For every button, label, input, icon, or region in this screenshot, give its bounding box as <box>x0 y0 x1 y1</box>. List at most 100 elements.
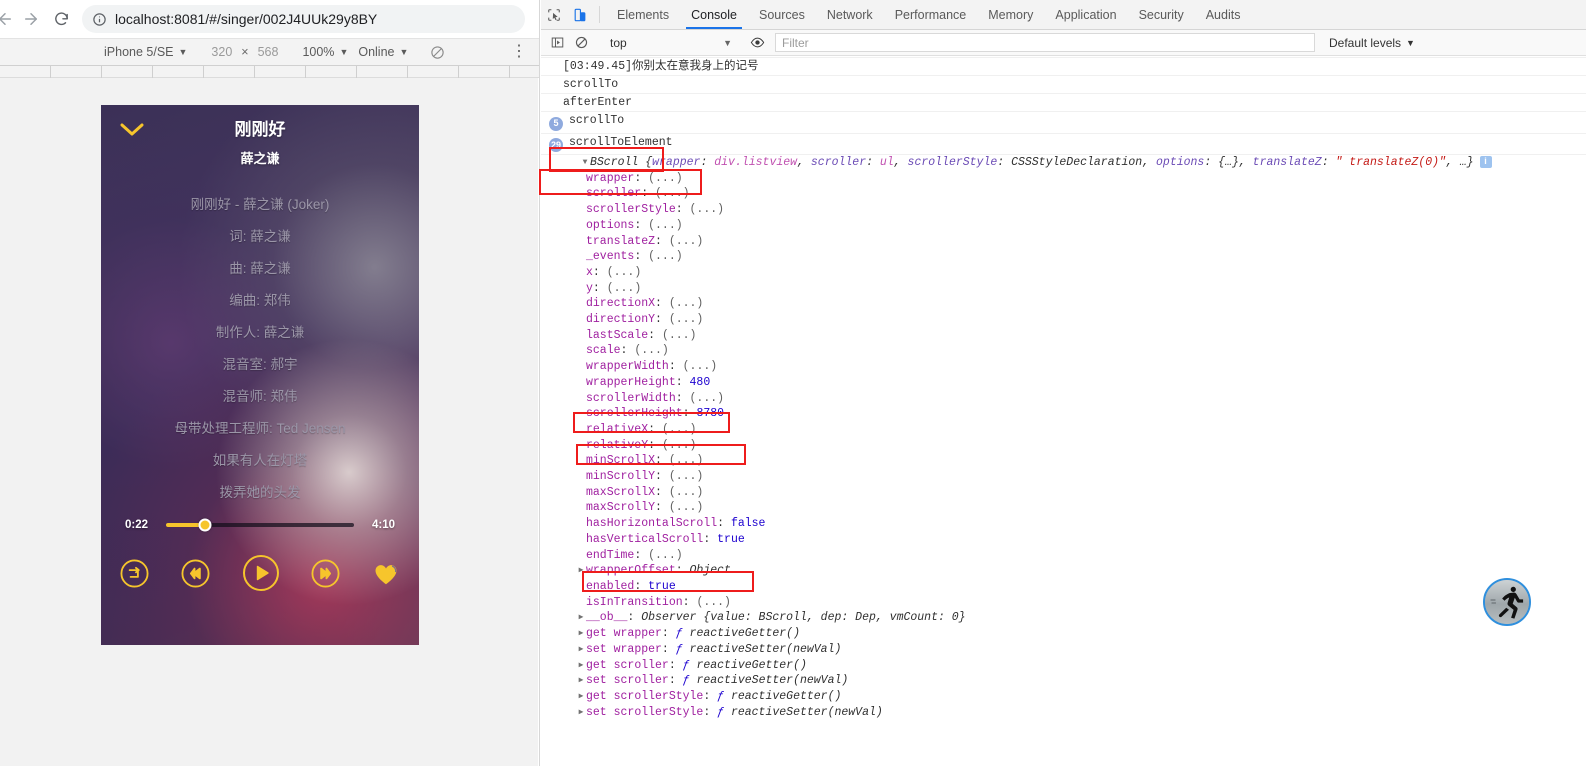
inspect-element-icon[interactable] <box>541 0 567 29</box>
property-value[interactable]: (...) <box>662 423 697 436</box>
object-property-row[interactable]: relativeX: (...) <box>563 422 1586 438</box>
tab-network[interactable]: Network <box>816 0 884 29</box>
execution-context-select[interactable]: top ▼ <box>606 33 736 52</box>
object-property-row[interactable]: options: (...) <box>563 218 1586 234</box>
preview-value[interactable]: {…} <box>1218 156 1239 169</box>
object-property-row[interactable]: minScrollX: (...) <box>563 453 1586 469</box>
loop-sequence-icon[interactable] <box>119 558 150 589</box>
property-value[interactable]: (...) <box>683 360 718 373</box>
property-value[interactable]: (...) <box>648 549 683 562</box>
console-filter-input[interactable]: Filter <box>775 33 1315 52</box>
object-property-row[interactable]: directionX: (...) <box>563 296 1586 312</box>
expand-arrow-icon[interactable]: ▶ <box>576 610 586 626</box>
live-expression-icon[interactable] <box>745 31 769 55</box>
object-property-row[interactable]: ▶ wrapperOffset: Object <box>563 563 1586 579</box>
property-value[interactable]: (...) <box>648 250 683 263</box>
reload-icon[interactable] <box>46 4 76 34</box>
heart-icon[interactable] <box>371 558 401 588</box>
object-property-row[interactable]: isInTransition: (...) <box>563 595 1586 611</box>
expand-arrow-icon[interactable]: ▶ <box>576 642 586 658</box>
progress-slider[interactable] <box>166 518 354 532</box>
object-accessor-row[interactable]: ▶ get wrapper: ƒ reactiveGetter() <box>563 626 1586 642</box>
console-message[interactable]: [03:49.45]你别太在意我身上的记号 <box>541 57 1586 76</box>
viewport-height-input[interactable]: 568 <box>258 45 279 59</box>
object-property-row[interactable]: directionY: (...) <box>563 312 1586 328</box>
log-levels-select[interactable]: Default levels ▼ <box>1329 36 1415 50</box>
object-property-row[interactable]: scrollerHeight: 8780 <box>563 406 1586 422</box>
object-property-row[interactable]: scrollerWidth: (...) <box>563 391 1586 407</box>
object-property-row[interactable]: y: (...) <box>563 281 1586 297</box>
property-value[interactable]: (...) <box>669 470 704 483</box>
expand-arrow-icon[interactable]: ▶ <box>576 626 586 642</box>
runner-avatar-icon[interactable] <box>1483 578 1531 626</box>
rotate-icon[interactable] <box>430 45 445 60</box>
tab-sources[interactable]: Sources <box>748 0 816 29</box>
object-accessor-row[interactable]: ▶ get scrollerStyle: ƒ reactiveGetter() <box>563 689 1586 705</box>
property-value[interactable]: (...) <box>655 187 690 200</box>
tab-console[interactable]: Console <box>680 0 748 29</box>
more-vertical-icon[interactable]: ⋮ <box>511 44 527 60</box>
object-property-row[interactable]: wrapperHeight: 480 <box>563 375 1586 391</box>
object-property-row[interactable]: endTime: (...) <box>563 548 1586 564</box>
tab-elements[interactable]: Elements <box>606 0 680 29</box>
zoom-select[interactable]: 100% ▼ <box>302 45 348 59</box>
property-value[interactable]: (...) <box>662 439 697 452</box>
forward-arrow-icon[interactable] <box>16 4 46 34</box>
object-property-row[interactable]: maxScrollX: (...) <box>563 485 1586 501</box>
property-value[interactable]: (...) <box>669 313 704 326</box>
tab-performance[interactable]: Performance <box>884 0 978 29</box>
console-message[interactable]: 29 scrollToElement <box>541 134 1586 155</box>
expand-arrow-icon[interactable]: ▶ <box>576 658 586 674</box>
object-property-row[interactable]: hasHorizontalScroll: false <box>563 516 1586 532</box>
property-value[interactable]: (...) <box>669 501 704 514</box>
object-property-row[interactable]: scale: (...) <box>563 343 1586 359</box>
object-property-row[interactable]: lastScale: (...) <box>563 328 1586 344</box>
device-select[interactable]: iPhone 5/SE ▼ <box>104 45 187 59</box>
object-property-row[interactable]: _events: (...) <box>563 249 1586 265</box>
object-property-row[interactable]: enabled: true <box>563 579 1586 595</box>
object-property-row[interactable]: translateZ: (...) <box>563 234 1586 250</box>
object-property-row[interactable]: relativeY: (...) <box>563 438 1586 454</box>
property-value[interactable]: (...) <box>669 486 704 499</box>
preview-value[interactable]: ul <box>880 156 894 169</box>
tab-memory[interactable]: Memory <box>977 0 1044 29</box>
address-bar[interactable]: localhost:8081/#/singer/002J4UUk29y8BY <box>82 5 525 33</box>
property-value[interactable]: (...) <box>669 297 704 310</box>
object-property-row[interactable]: wrapper: (...) <box>563 171 1586 187</box>
fast-forward-icon[interactable] <box>310 558 341 589</box>
property-value[interactable]: (...) <box>607 266 642 279</box>
property-value[interactable]: (...) <box>662 329 697 342</box>
object-property-row[interactable]: hasVerticalScroll: true <box>563 532 1586 548</box>
expand-arrow-icon[interactable]: ▶ <box>576 689 586 705</box>
tab-audits[interactable]: Audits <box>1195 0 1252 29</box>
object-accessor-row[interactable]: ▶ get scroller: ƒ reactiveGetter() <box>563 658 1586 674</box>
object-accessor-row[interactable]: ▶ set scroller: ƒ reactiveSetter(newVal) <box>563 673 1586 689</box>
property-value[interactable]: (...) <box>634 344 669 357</box>
property-value[interactable]: (...) <box>669 454 704 467</box>
play-icon[interactable] <box>241 553 281 593</box>
property-value[interactable]: (...) <box>648 219 683 232</box>
object-property-row[interactable]: x: (...) <box>563 265 1586 281</box>
lyrics-list[interactable]: 刚刚好 - 薛之谦 (Joker) 词: 薛之谦 曲: 薛之谦 编曲: 郑伟 制… <box>109 189 411 529</box>
console-message[interactable]: scrollTo <box>541 76 1586 94</box>
chevron-down-icon[interactable] <box>118 118 146 140</box>
object-property-row[interactable]: maxScrollY: (...) <box>563 500 1586 516</box>
console-message[interactable]: afterEnter <box>541 94 1586 112</box>
property-value[interactable]: (...) <box>669 235 704 248</box>
console-message[interactable]: 5 scrollTo <box>541 112 1586 134</box>
object-property-row[interactable]: wrapperWidth: (...) <box>563 359 1586 375</box>
object-accessor-row[interactable]: ▶ set scrollerStyle: ƒ reactiveSetter(new… <box>563 705 1586 721</box>
rewind-icon[interactable] <box>180 558 211 589</box>
console-object-group[interactable]: ▼ BScroll {wrapper: div.listview, scrolle… <box>541 155 1586 720</box>
tab-security[interactable]: Security <box>1128 0 1195 29</box>
clear-console-icon[interactable] <box>569 31 593 55</box>
object-property-row[interactable]: ▶ __ob__: Observer {value: BScroll, dep: … <box>563 610 1586 626</box>
object-header-row[interactable]: ▼ BScroll {wrapper: div.listview, scrolle… <box>563 155 1586 171</box>
back-arrow-icon[interactable] <box>0 4 16 34</box>
viewport-width-input[interactable]: 320 <box>211 45 232 59</box>
expand-arrow-icon[interactable]: ▶ <box>576 563 586 579</box>
throttling-select[interactable]: Online ▼ <box>358 45 408 59</box>
expand-arrow-icon[interactable]: ▶ <box>576 705 586 721</box>
object-property-row[interactable]: scroller: (...) <box>563 186 1586 202</box>
property-value[interactable]: (...) <box>607 282 642 295</box>
